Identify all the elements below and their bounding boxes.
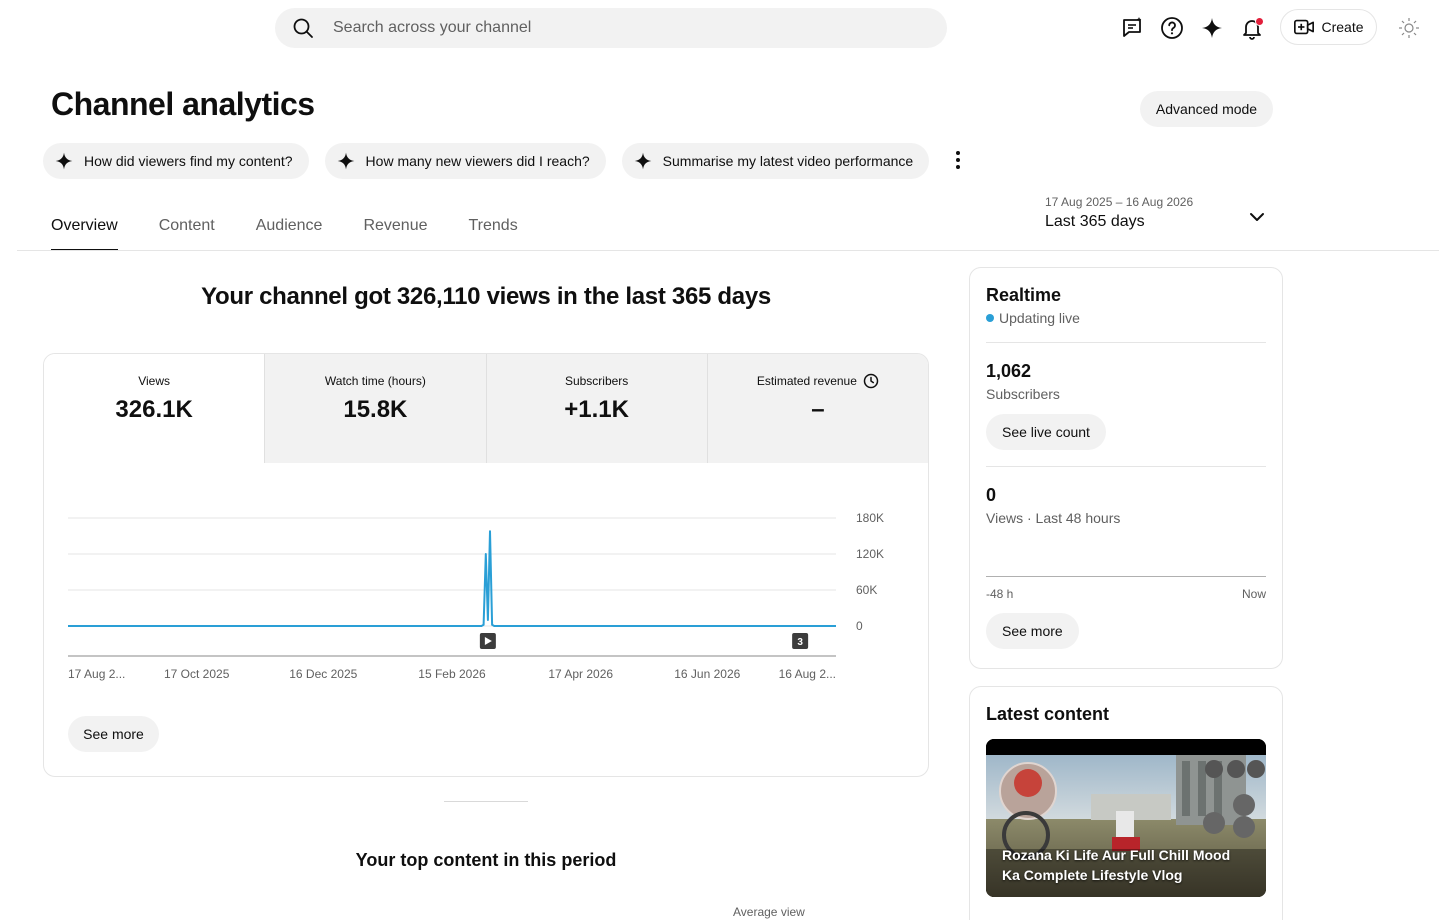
- metric-value: 326.1K: [115, 396, 193, 423]
- advanced-mode-button[interactable]: Advanced mode: [1140, 91, 1273, 127]
- x-tick-label: 17 Apr 2026: [548, 667, 613, 681]
- y-tick-label: 180K: [856, 511, 884, 525]
- y-tick-label: 120K: [856, 547, 884, 561]
- axis-start-label: -48 h: [986, 587, 1014, 601]
- date-range-label: Last 365 days: [1045, 213, 1145, 230]
- metric-label: Views: [138, 374, 171, 388]
- realtime-views-label: Views · Last 48 hours: [986, 510, 1121, 526]
- video-title: Rozana Ki Life Aur Full Chill Mood Ka Co…: [1002, 847, 1231, 883]
- published-count-marker[interactable]: 3: [792, 633, 809, 649]
- realtime-status: Updating live: [986, 310, 1266, 326]
- tab-revenue[interactable]: Revenue: [363, 200, 427, 251]
- metric-value: 15.8K: [343, 396, 408, 423]
- tab-overview[interactable]: Overview: [51, 200, 118, 251]
- x-tick-label: 16 Dec 2025: [289, 667, 357, 681]
- chip-summarise-latest[interactable]: Summarise my latest video performance: [621, 143, 930, 179]
- metric-subscribers[interactable]: Subscribers +1.1K: [485, 354, 707, 463]
- metric-value: –: [811, 396, 825, 423]
- metric-label-wrap: Estimated revenue: [757, 373, 879, 389]
- avatar[interactable]: [1396, 15, 1422, 41]
- chevron-down-icon: [1250, 213, 1264, 221]
- realtime-subscribers-label: Subscribers: [986, 386, 1060, 402]
- axis-end-label: Now: [1241, 587, 1266, 601]
- suggestion-chips: How did viewers find my content? How man…: [43, 143, 930, 179]
- x-tick-label: 16 Aug 2...: [779, 667, 836, 681]
- sparkle-icon: [55, 152, 73, 170]
- views-headline: Your channel got 326,110 views in the la…: [201, 283, 771, 310]
- realtime-chart-axis: -48 h Now: [986, 587, 1266, 601]
- realtime-card: Realtime Updating live 1,062 Subscribers…: [969, 267, 1283, 669]
- x-tick-label: 17 Aug 2...: [68, 667, 125, 681]
- realtime-title: Realtime: [986, 285, 1062, 305]
- clock-icon: [863, 373, 879, 389]
- page-title: Channel analytics: [51, 86, 315, 122]
- section-divider: [444, 801, 528, 802]
- date-range-picker[interactable]: 17 Aug 2025 – 16 Aug 2026 Last 365 days: [1045, 195, 1275, 231]
- analytics-tabs: Overview Content Audience Revenue Trends: [51, 200, 518, 251]
- metric-views[interactable]: Views 326.1K: [44, 354, 265, 463]
- metric-tabs: Views 326.1K Watch time (hours) 15.8K Su…: [44, 354, 928, 463]
- help-icon[interactable]: [1152, 8, 1192, 48]
- chart-see-more-button[interactable]: See more: [68, 716, 159, 752]
- sparkle-icon[interactable]: [1192, 8, 1232, 48]
- column-header-average-view: Average view: [733, 905, 805, 919]
- notifications-icon[interactable]: [1232, 8, 1272, 48]
- metric-watch-time[interactable]: Watch time (hours) 15.8K: [264, 354, 486, 463]
- views-series-line: [68, 530, 836, 627]
- views-chart: 180K 120K 60K 0 3 17 Aug 2... 17 Oct 2025 16 De…: [68, 511, 884, 681]
- metric-label: Estimated revenue: [756, 374, 857, 388]
- create-button[interactable]: Create: [1280, 9, 1377, 45]
- create-label: Create: [1321, 19, 1364, 35]
- metric-label: Subscribers: [564, 374, 629, 388]
- y-tick-label: 0: [856, 619, 863, 633]
- tab-trends[interactable]: Trends: [469, 200, 518, 251]
- realtime-see-more-button[interactable]: See more: [986, 613, 1079, 649]
- y-tick-label: 60K: [856, 583, 877, 597]
- tab-audience[interactable]: Audience: [256, 200, 323, 251]
- video-published-marker[interactable]: [479, 633, 496, 649]
- metric-estimated-revenue[interactable]: Estimated revenue –: [706, 354, 928, 463]
- realtime-status-label: Updating live: [999, 310, 1080, 326]
- x-tick-label: 15 Feb 2026: [418, 667, 486, 681]
- search-input[interactable]: Search across your channel: [275, 8, 947, 48]
- date-range-dates: 17 Aug 2025 – 16 Aug 2026: [1045, 195, 1194, 209]
- realtime-chart-baseline: [986, 576, 1266, 577]
- metric-label: Watch time (hours): [324, 374, 426, 388]
- top-content-title: Your top content in this period: [355, 850, 617, 870]
- metric-value: +1.1K: [564, 396, 629, 423]
- notification-badge: [1255, 17, 1264, 26]
- latest-content-title: Latest content: [986, 704, 1110, 724]
- see-live-count-button[interactable]: See live count: [986, 414, 1106, 450]
- divider: [986, 342, 1266, 343]
- marker-label: 3: [797, 637, 803, 648]
- chip-label: Summarise my latest video performance: [662, 153, 914, 169]
- tab-content[interactable]: Content: [159, 200, 215, 251]
- realtime-views-value: 0: [986, 485, 997, 505]
- chip-label: How many new viewers did I reach?: [365, 153, 590, 169]
- search-placeholder: Search across your channel: [333, 19, 532, 36]
- more-options-icon[interactable]: [947, 149, 969, 171]
- video-thumbnail[interactable]: Rozana Ki Life Aur Full Chill Mood Ka Co…: [986, 739, 1266, 897]
- tabs-divider: [17, 250, 1439, 251]
- x-tick-label: 16 Jun 2026: [674, 667, 740, 681]
- feedback-icon[interactable]: [1112, 8, 1152, 48]
- divider: [986, 466, 1266, 467]
- sparkle-icon: [634, 152, 651, 170]
- latest-content-card: Latest content Rozana Ki Life Aur Full C…: [969, 686, 1283, 920]
- search-icon: [293, 18, 313, 38]
- sparkle-icon: [337, 152, 354, 170]
- video-add-icon: [1294, 19, 1315, 35]
- live-dot-icon: [986, 314, 994, 322]
- x-tick-label: 17 Oct 2025: [164, 667, 230, 681]
- chip-viewers-find[interactable]: How did viewers find my content?: [43, 143, 309, 179]
- chip-new-viewers[interactable]: How many new viewers did I reach?: [324, 143, 606, 179]
- overview-card: Views 326.1K Watch time (hours) 15.8K Su…: [43, 353, 929, 777]
- chip-label: How did viewers find my content?: [84, 153, 293, 169]
- realtime-subscribers-value: 1,062: [986, 361, 1032, 381]
